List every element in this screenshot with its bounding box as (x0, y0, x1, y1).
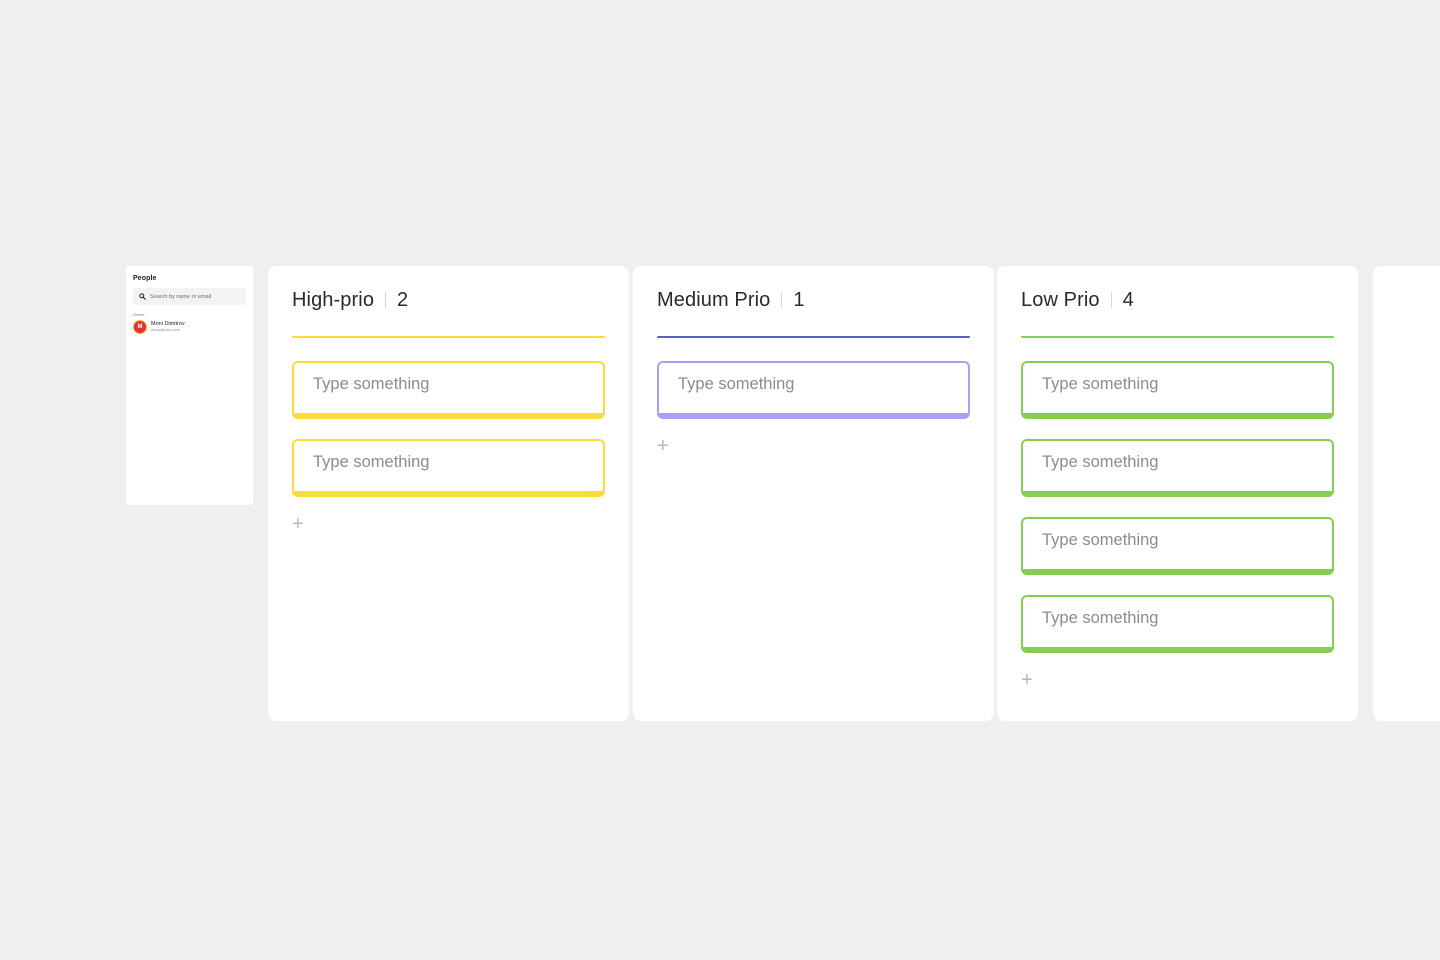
person-item[interactable]: M Moni Dimitrov mony@miro.com (133, 320, 246, 334)
search-icon (139, 293, 146, 300)
add-card-button[interactable]: + (657, 436, 669, 456)
people-panel: People Online M Moni Dimitrov mony@miro.… (126, 266, 253, 505)
people-search[interactable] (133, 288, 246, 305)
avatar: M (133, 320, 147, 334)
person-email: mony@miro.com (151, 328, 180, 332)
card-text[interactable]: Type something (1042, 531, 1158, 550)
card[interactable]: Type something (1021, 595, 1334, 653)
card[interactable]: Type something (292, 439, 605, 497)
add-card-button[interactable]: + (292, 514, 304, 534)
column-accent-line (657, 336, 970, 338)
header-separator (385, 292, 387, 308)
card-text[interactable]: Type something (313, 375, 429, 394)
column-accent-line (292, 336, 605, 338)
column-header: Medium Prio 1 (657, 266, 970, 336)
card-text[interactable]: Type something (313, 453, 429, 472)
card-text[interactable]: Type something (1042, 609, 1158, 628)
column-header: High-prio 2 (292, 266, 605, 336)
board-canvas[interactable]: People Online M Moni Dimitrov mony@miro.… (0, 0, 1440, 960)
card[interactable]: Type something (1021, 517, 1334, 575)
card-text[interactable]: Type something (1042, 375, 1158, 394)
people-panel-title: People (133, 275, 157, 282)
card[interactable]: Type something (657, 361, 970, 419)
column-low-prio: Low Prio 4 Type something Type something… (997, 266, 1358, 721)
card-text[interactable]: Type something (1042, 453, 1158, 472)
card-text[interactable]: Type something (678, 375, 794, 394)
card[interactable]: Type something (1021, 439, 1334, 497)
card[interactable]: Type something (292, 361, 605, 419)
column-count: 2 (397, 288, 409, 311)
column-count: 4 (1122, 288, 1134, 311)
header-separator (781, 292, 783, 308)
column-header: Low Prio 4 (1021, 266, 1334, 336)
add-card-button[interactable]: + (1021, 670, 1033, 690)
column-accent-line (1021, 336, 1334, 338)
column-title[interactable]: Medium Prio (657, 289, 770, 312)
column-offscreen (1373, 266, 1440, 721)
person-name: Moni Dimitrov (151, 321, 185, 327)
column-medium-prio: Medium Prio 1 Type something + (633, 266, 994, 721)
column-high-prio: High-prio 2 Type something Type somethin… (268, 266, 629, 721)
card[interactable]: Type something (1021, 361, 1334, 419)
online-label: Online (133, 312, 145, 317)
column-title[interactable]: Low Prio (1021, 289, 1100, 312)
column-count: 1 (793, 288, 805, 311)
header-separator (1110, 292, 1112, 308)
people-search-input[interactable] (150, 293, 240, 300)
column-title[interactable]: High-prio (292, 289, 374, 312)
